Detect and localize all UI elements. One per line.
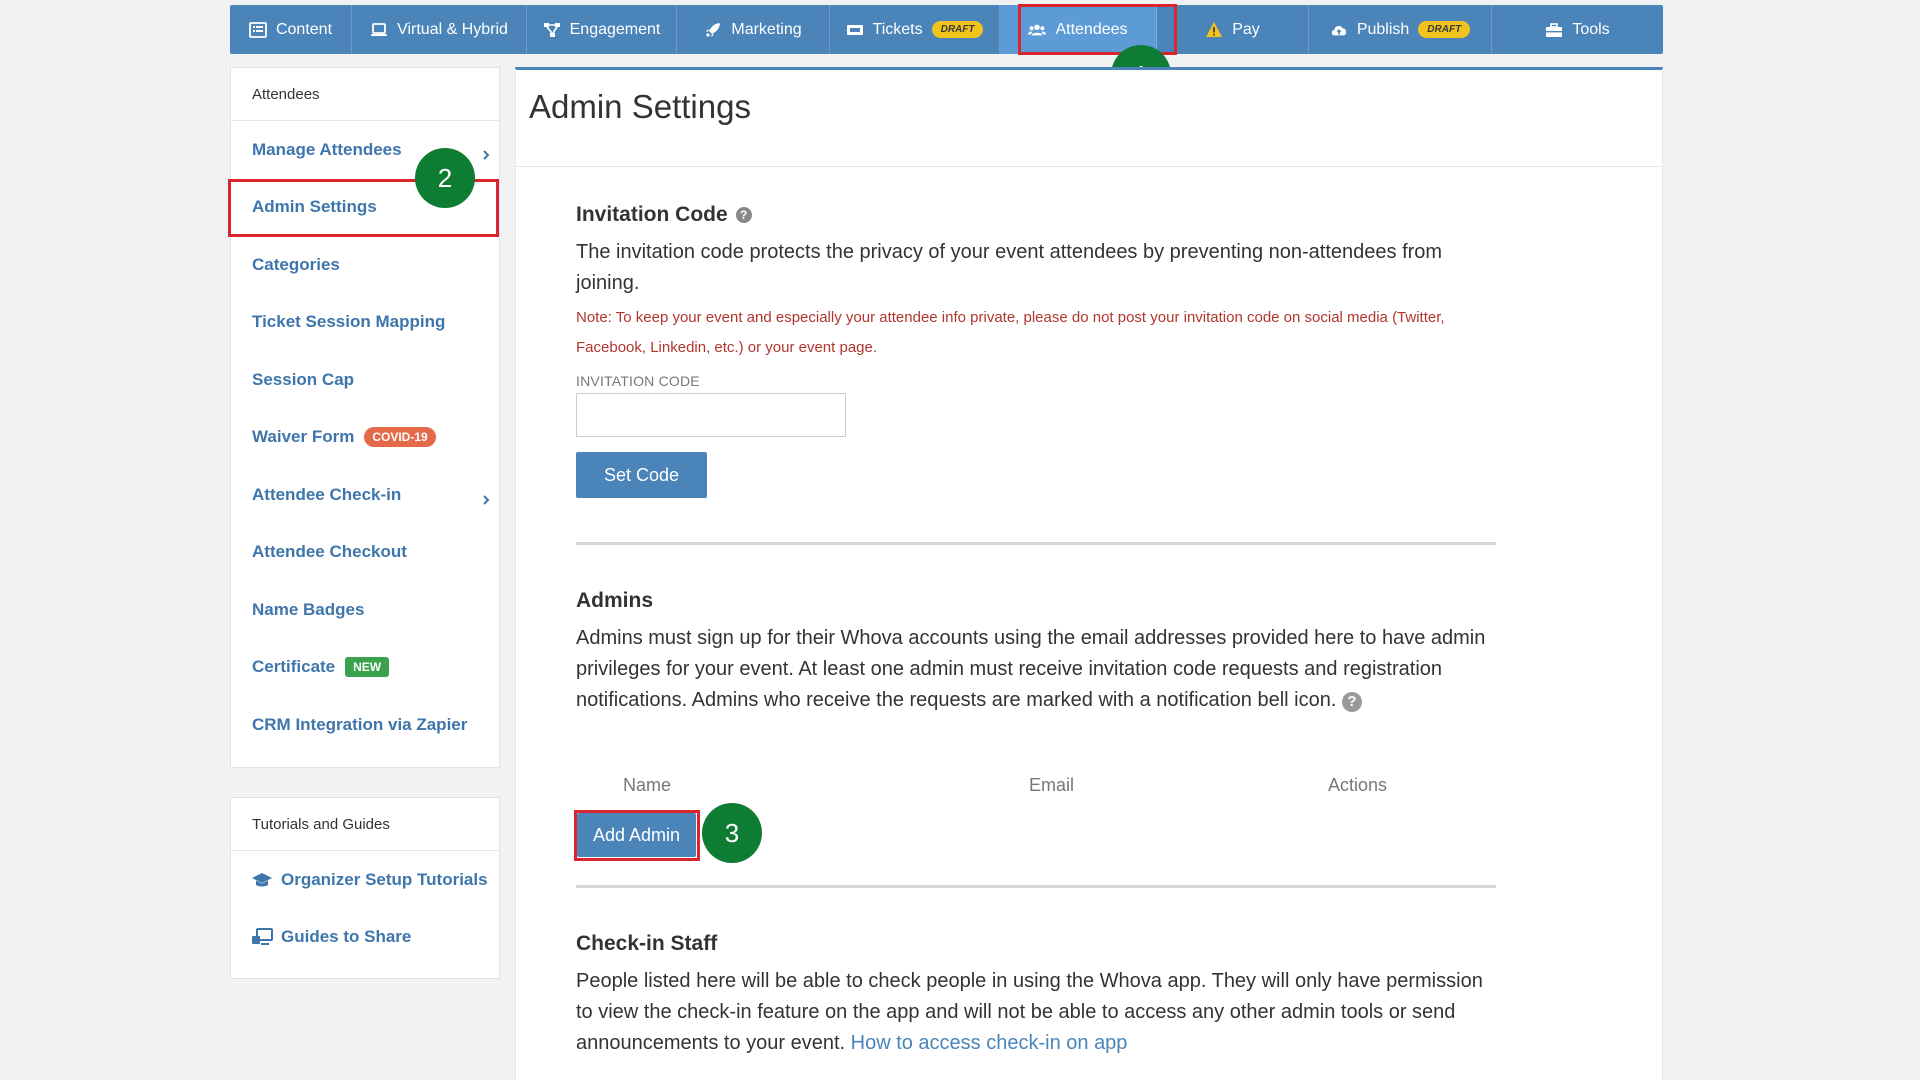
ticket-icon bbox=[846, 24, 863, 35]
nav-tickets-label: Tickets bbox=[872, 20, 923, 38]
nav-pay[interactable]: Pay bbox=[1157, 5, 1309, 54]
nav-publish[interactable]: Publish DRAFT bbox=[1309, 5, 1492, 54]
main-panel: Admin Settings Invitation Code ? The inv… bbox=[515, 67, 1663, 1080]
sidebar-item-certificate[interactable]: Certificate NEW bbox=[231, 639, 499, 697]
invitation-code-heading: Invitation Code ? bbox=[576, 203, 1496, 227]
step-marker-3: 3 bbox=[702, 803, 762, 863]
nav-pay-label: Pay bbox=[1232, 20, 1260, 38]
admins-section: Admins Admins must sign up for their Who… bbox=[576, 589, 1496, 716]
page-title: Admin Settings bbox=[529, 88, 751, 125]
sidebar-item-label: Attendee Check-in bbox=[252, 484, 402, 504]
tutorial-organizer-setup[interactable]: Organizer Setup Tutorials bbox=[231, 851, 499, 908]
nav-virtual-hybrid[interactable]: Virtual & Hybrid bbox=[352, 5, 527, 54]
column-header-email: Email bbox=[1029, 775, 1075, 795]
sidebar-item-label: Waiver Form bbox=[252, 427, 355, 447]
sidebar-tutorials: Tutorials and Guides Organizer Setup Tut… bbox=[230, 797, 500, 979]
top-navigation: Content Virtual & Hybrid Engagement Mark… bbox=[230, 5, 1663, 54]
nav-tools[interactable]: Tools bbox=[1492, 5, 1663, 54]
checkin-help-link[interactable]: How to access check-in on app bbox=[851, 1032, 1128, 1054]
sidebar-item-label: Attendee Checkout bbox=[252, 542, 407, 562]
nav-tools-label: Tools bbox=[1572, 20, 1610, 38]
sidebar-item-ticket-session-mapping[interactable]: Ticket Session Mapping bbox=[231, 294, 499, 352]
users-icon bbox=[1028, 24, 1047, 35]
nav-content-label: Content bbox=[275, 20, 333, 38]
sidebar-item-attendee-checkout[interactable]: Attendee Checkout bbox=[231, 524, 499, 582]
laptop-icon bbox=[371, 22, 388, 36]
invitation-code-heading-text: Invitation Code bbox=[576, 203, 728, 226]
title-divider bbox=[516, 166, 1662, 167]
checkin-staff-description: People listed here will be able to check… bbox=[576, 966, 1496, 1059]
column-header-actions: Actions bbox=[1328, 775, 1388, 795]
help-icon[interactable]: ? bbox=[735, 207, 752, 223]
nav-engagement-label: Engagement bbox=[569, 20, 661, 38]
nav-marketing-label: Marketing bbox=[731, 20, 802, 38]
nav-content[interactable]: Content bbox=[230, 5, 352, 54]
help-icon[interactable]: ? bbox=[1341, 691, 1362, 712]
nav-publish-label: Publish bbox=[1356, 20, 1410, 38]
tutorial-label: Organizer Setup Tutorials bbox=[281, 869, 488, 889]
cloud-upload-icon bbox=[1331, 25, 1346, 35]
tutorial-guides-to-share[interactable]: Guides to Share bbox=[231, 908, 499, 965]
chevron-right-icon bbox=[481, 145, 491, 160]
draft-badge: DRAFT bbox=[931, 21, 984, 38]
checkin-staff-section: Check-in Staff People listed here will b… bbox=[576, 932, 1496, 1059]
draft-badge: DRAFT bbox=[1418, 21, 1471, 38]
nav-engagement[interactable]: Engagement bbox=[527, 5, 677, 54]
sidebar-item-label: CRM Integration via Zapier bbox=[252, 714, 468, 734]
checkin-staff-heading: Check-in Staff bbox=[576, 932, 718, 955]
tutorial-label: Guides to Share bbox=[281, 926, 412, 946]
toolbox-icon bbox=[1546, 22, 1563, 37]
set-code-button[interactable]: Set Code bbox=[576, 452, 708, 498]
sidebar-item-label: Session Cap bbox=[252, 369, 355, 389]
nav-virtual-hybrid-label: Virtual & Hybrid bbox=[397, 20, 508, 38]
nav-marketing[interactable]: Marketing bbox=[677, 5, 830, 54]
invitation-code-input[interactable] bbox=[576, 393, 846, 437]
sidebar-item-attendee-check-in[interactable]: Attendee Check-in bbox=[231, 466, 499, 524]
invitation-code-description: The invitation code protects the privacy… bbox=[576, 241, 1443, 294]
sidebar-item-label: Certificate bbox=[252, 657, 336, 677]
nav-attendees-label: Attendees bbox=[1055, 20, 1128, 38]
section-divider bbox=[576, 885, 1496, 888]
warning-icon bbox=[1206, 21, 1223, 37]
sidebar-item-name-badges[interactable]: Name Badges bbox=[231, 581, 499, 639]
share-screen-icon bbox=[252, 927, 273, 945]
new-badge: NEW bbox=[345, 657, 390, 678]
sidebar-item-categories[interactable]: Categories bbox=[231, 236, 499, 294]
network-icon bbox=[543, 22, 560, 37]
tutorials-header: Tutorials and Guides bbox=[231, 798, 499, 851]
step-marker-2: 2 bbox=[415, 148, 475, 208]
privacy-note: Note: To keep your event and especially … bbox=[576, 309, 1445, 356]
list-icon bbox=[249, 21, 267, 38]
invitation-code-section: Invitation Code ? The invitation code pr… bbox=[576, 203, 1496, 498]
sidebar-item-label: Admin Settings bbox=[252, 197, 377, 217]
graduation-cap-icon bbox=[252, 872, 272, 886]
sidebar-item-waiver-form[interactable]: Waiver Form COVID-19 bbox=[231, 409, 499, 467]
rocket-icon bbox=[706, 22, 721, 37]
sidebar-item-label: Manage Attendees bbox=[252, 139, 402, 159]
sidebar-item-label: Name Badges bbox=[252, 599, 365, 619]
section-divider bbox=[576, 542, 1496, 545]
chevron-right-icon bbox=[481, 490, 491, 505]
sidebar-item-crm-integration[interactable]: CRM Integration via Zapier bbox=[231, 696, 499, 754]
sidebar-item-label: Categories bbox=[252, 254, 340, 274]
column-header-name: Name bbox=[623, 775, 672, 795]
invitation-code-label: INVITATION CODE bbox=[576, 373, 700, 389]
sidebar-item-session-cap[interactable]: Session Cap bbox=[231, 351, 499, 409]
covid-badge: COVID-19 bbox=[364, 427, 436, 448]
admins-description: Admins must sign up for their Whova acco… bbox=[576, 623, 1496, 716]
add-admin-button[interactable]: Add Admin bbox=[577, 813, 697, 857]
sidebar-item-label: Ticket Session Mapping bbox=[252, 312, 446, 332]
sidebar-header: Attendees bbox=[231, 68, 499, 121]
admins-heading: Admins bbox=[576, 589, 654, 612]
nav-tickets[interactable]: Tickets DRAFT bbox=[830, 5, 1000, 54]
